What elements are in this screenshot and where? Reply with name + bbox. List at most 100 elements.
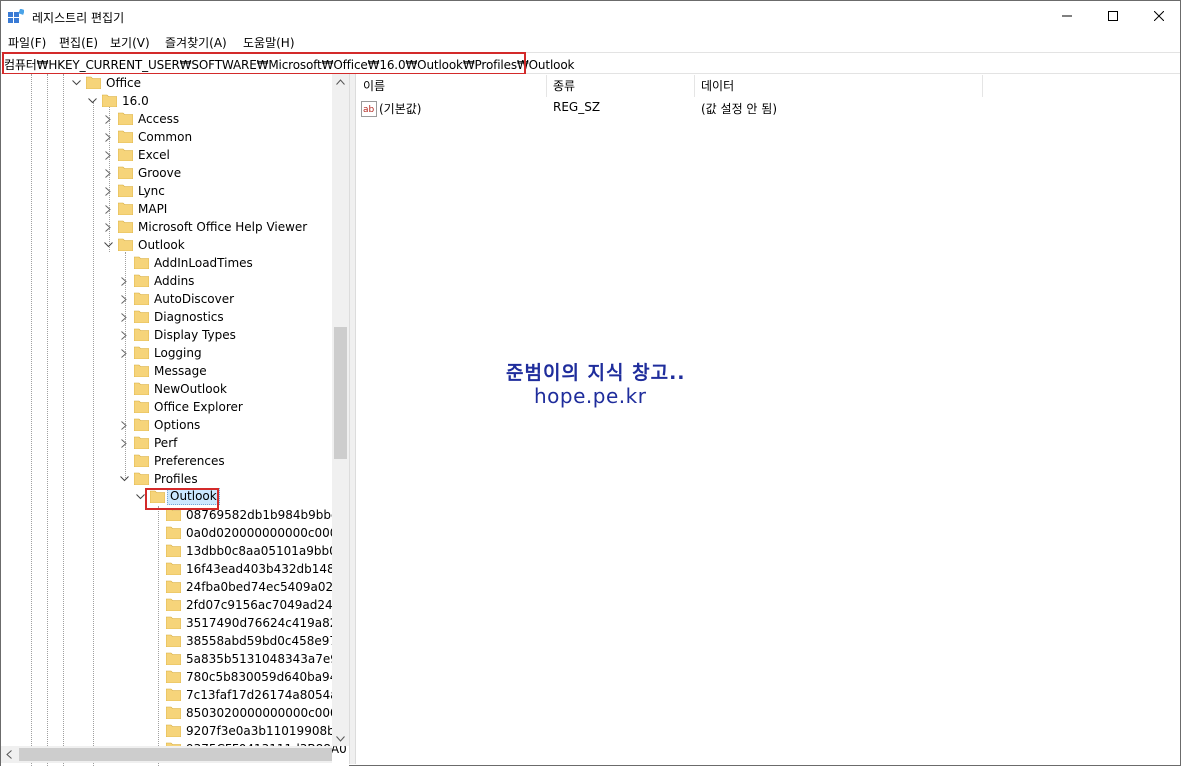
scroll-left-icon[interactable] [6, 750, 12, 759]
menu-help[interactable]: 도움말(H) [243, 34, 295, 51]
maximize-button[interactable] [1090, 1, 1136, 31]
folder-icon [166, 598, 181, 611]
tree-label: AddInLoadTimes [154, 256, 253, 270]
tree-label: Profiles [154, 472, 198, 486]
folder-icon [166, 544, 181, 557]
tree-vertical-scrollbar[interactable] [332, 74, 349, 746]
chevron-down-icon[interactable] [103, 236, 113, 254]
chevron-right-icon[interactable] [119, 308, 129, 326]
menu-edit[interactable]: 편집(E) [59, 34, 98, 51]
tree-label: Outlook [138, 238, 185, 252]
folder-icon [166, 652, 181, 665]
folder-icon [134, 256, 149, 269]
value-list[interactable]: 이름 종류 데이터 ab (기본값) REG_SZ (값 설정 안 됨) 준범이… [356, 74, 1180, 764]
tree-label: 16f43ead403b432db1485f [186, 562, 347, 576]
column-header-type[interactable]: 종류 [546, 74, 694, 98]
tree-label: NewOutlook [154, 382, 227, 396]
scrollbar-thumb[interactable] [334, 327, 347, 459]
tree-label: Lync [138, 184, 165, 198]
chevron-right-icon[interactable] [119, 290, 129, 308]
scroll-up-icon[interactable] [336, 79, 345, 85]
minimize-button[interactable] [1044, 1, 1090, 31]
watermark-title: 준범이의 지식 창고.. [506, 362, 686, 384]
chevron-down-icon[interactable] [71, 74, 81, 92]
scroll-down-icon[interactable] [336, 736, 345, 742]
close-button[interactable] [1136, 1, 1181, 31]
folder-icon [166, 562, 181, 575]
folder-icon [166, 688, 181, 701]
chevron-right-icon[interactable] [119, 272, 129, 290]
folder-icon [118, 112, 133, 125]
chevron-right-icon[interactable] [119, 344, 129, 362]
scrollbar-thumb[interactable] [19, 748, 332, 761]
column-header-data[interactable]: 데이터 [694, 74, 982, 98]
tree-label: Options [154, 418, 201, 432]
tree-label: Logging [154, 346, 202, 360]
folder-icon [166, 634, 181, 647]
tree-label: 9207f3e0a3b11019908b08 [186, 724, 349, 738]
svg-text:ab: ab [363, 105, 375, 115]
folder-icon [134, 328, 149, 341]
chevron-down-icon[interactable] [119, 470, 129, 488]
folder-icon [134, 400, 149, 413]
folder-icon [118, 220, 133, 233]
folder-icon [134, 436, 149, 449]
menu-favorites[interactable]: 즐겨찾기(A) [165, 34, 227, 51]
folder-icon [118, 202, 133, 215]
tree-label: 3517490d76624c419a828 [186, 616, 345, 630]
tree-label: Diagnostics [154, 310, 224, 324]
menu-bar: 파일(F) 편집(E) 보기(V) 즐겨찾기(A) 도움말(H) [1, 31, 1180, 52]
tree-guide-line [158, 506, 159, 766]
chevron-right-icon[interactable] [103, 218, 113, 236]
folder-icon [118, 130, 133, 143]
column-header-name[interactable]: 이름 [356, 74, 546, 98]
chevron-right-icon[interactable] [119, 326, 129, 344]
value-type: REG_SZ [553, 100, 601, 114]
tree-label: Groove [138, 166, 182, 180]
chevron-right-icon[interactable] [119, 434, 129, 452]
chevron-right-icon[interactable] [103, 164, 113, 182]
tree-horizontal-scrollbar[interactable] [1, 746, 332, 763]
tree-label: 5a835b5131048343a7e9c4 [186, 652, 349, 666]
menu-file[interactable]: 파일(F) [8, 34, 46, 51]
chevron-down-icon[interactable] [135, 488, 145, 506]
value-name[interactable]: (기본값) [379, 100, 421, 117]
folder-icon [134, 454, 149, 467]
folder-icon [134, 346, 149, 359]
tree-label: Office [106, 76, 142, 90]
window-title: 레지스트리 편집기 [32, 11, 125, 25]
tree-label: 38558abd59bd0c458e979 [186, 634, 345, 648]
chevron-right-icon[interactable] [103, 128, 113, 146]
tree-label: Access [138, 112, 180, 126]
tree-label: 16.0 [122, 94, 149, 108]
column-divider[interactable] [982, 75, 983, 97]
tree-guide-line [63, 74, 64, 766]
close-icon [1154, 11, 1164, 21]
menu-view[interactable]: 보기(V) [110, 34, 150, 51]
tree-label: 780c5b830059d640ba947 [186, 670, 345, 684]
folder-icon [118, 148, 133, 161]
title-bar: 레지스트리 편집기 [1, 1, 1180, 31]
folder-icon [102, 94, 117, 107]
chevron-down-icon[interactable] [87, 92, 97, 110]
tree-guide-line [47, 74, 48, 766]
tree-label: 7c13faf17d26174a8054a8 [186, 688, 346, 702]
maximize-icon [1108, 11, 1118, 21]
chevron-right-icon[interactable] [103, 182, 113, 200]
tree-label: Office Explorer [154, 400, 243, 414]
registry-editor-icon [8, 9, 24, 23]
tree-label: 24fba0bed74ec5409a0245 [186, 580, 349, 594]
chevron-right-icon[interactable] [119, 416, 129, 434]
tree-label: 13dbb0c8aa05101a9bb000 [186, 544, 349, 558]
pane-splitter[interactable] [349, 74, 356, 764]
key-tree[interactable]: Office 16.0 Access Common Excel Groove Lync M… [1, 74, 349, 766]
folder-icon [134, 382, 149, 395]
value-data: (값 설정 안 됨) [701, 102, 778, 116]
folder-icon [134, 274, 149, 287]
chevron-right-icon[interactable] [103, 146, 113, 164]
tree-guide-line [31, 74, 32, 766]
chevron-right-icon[interactable] [103, 200, 113, 218]
tree-label: Display Types [154, 328, 236, 342]
chevron-right-icon[interactable] [103, 110, 113, 128]
tree-label: Microsoft Office Help Viewer [138, 220, 308, 234]
